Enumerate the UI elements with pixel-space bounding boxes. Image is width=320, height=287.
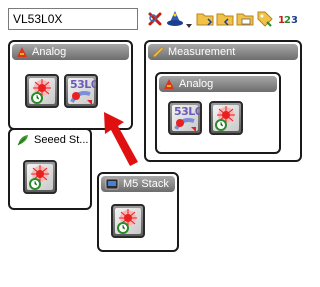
panel-title: M5 Stack [123,178,169,190]
sensor-block-vl53l0x[interactable]: 53L0 [168,101,202,135]
panel-m5stack[interactable]: M5 Stack [97,172,179,252]
open-folder-icon[interactable] [236,10,254,28]
panel-analog-header[interactable]: Analog [12,44,129,60]
sensor-block-vl53l0x[interactable]: 53L0 [64,74,98,108]
distance-sensor-icon [70,91,92,105]
distance-sensor-icon [174,118,196,132]
annotation-arrow-icon [104,112,138,166]
wizard-icon[interactable] [166,10,184,28]
panel-m5stack-header[interactable]: M5 Stack [101,176,175,192]
sensor-block-laser[interactable] [209,101,243,135]
dropdown-arrow-icon[interactable] [186,16,192,28]
sensor-block-laser[interactable] [23,160,57,194]
analog-icon [164,79,174,89]
analog-icon [17,47,27,57]
laser-sensor-icon [215,106,235,131]
laser-sensor-icon [29,165,49,190]
m5stack-icon [105,178,119,190]
panel-title: Analog [179,78,214,90]
panel-measurement-analog-header[interactable]: Analog [159,76,277,92]
panel-title: Analog [32,46,67,58]
laser-sensor-icon [117,209,137,234]
collapse-folder-icon[interactable] [216,10,234,28]
svg-text:3: 3 [291,15,298,26]
panel-measurement-analog[interactable]: Analog 53L0 [155,72,281,154]
ruler-icon [152,46,164,58]
panel-measurement[interactable]: Measurement Analog 53L0 [144,40,302,162]
svg-text:2: 2 [284,15,291,26]
sensor-block-laser[interactable] [111,204,145,238]
clear-search-icon[interactable] [146,10,164,28]
panel-title: Seeed St... [34,134,88,146]
panel-title: Measurement [168,46,236,58]
search-input[interactable] [8,8,138,30]
panel-measurement-header[interactable]: Measurement [148,44,298,60]
panel-seeed[interactable]: Seeed St... [8,128,92,210]
expand-folder-icon[interactable] [196,10,214,28]
number-icon[interactable]: 123 [278,10,300,28]
panel-seeed-header[interactable]: Seeed St... [12,132,88,148]
tag-icon[interactable] [256,10,274,28]
seeed-leaf-icon [17,135,28,146]
sensor-block-laser[interactable] [25,74,59,108]
laser-sensor-icon [31,79,51,104]
